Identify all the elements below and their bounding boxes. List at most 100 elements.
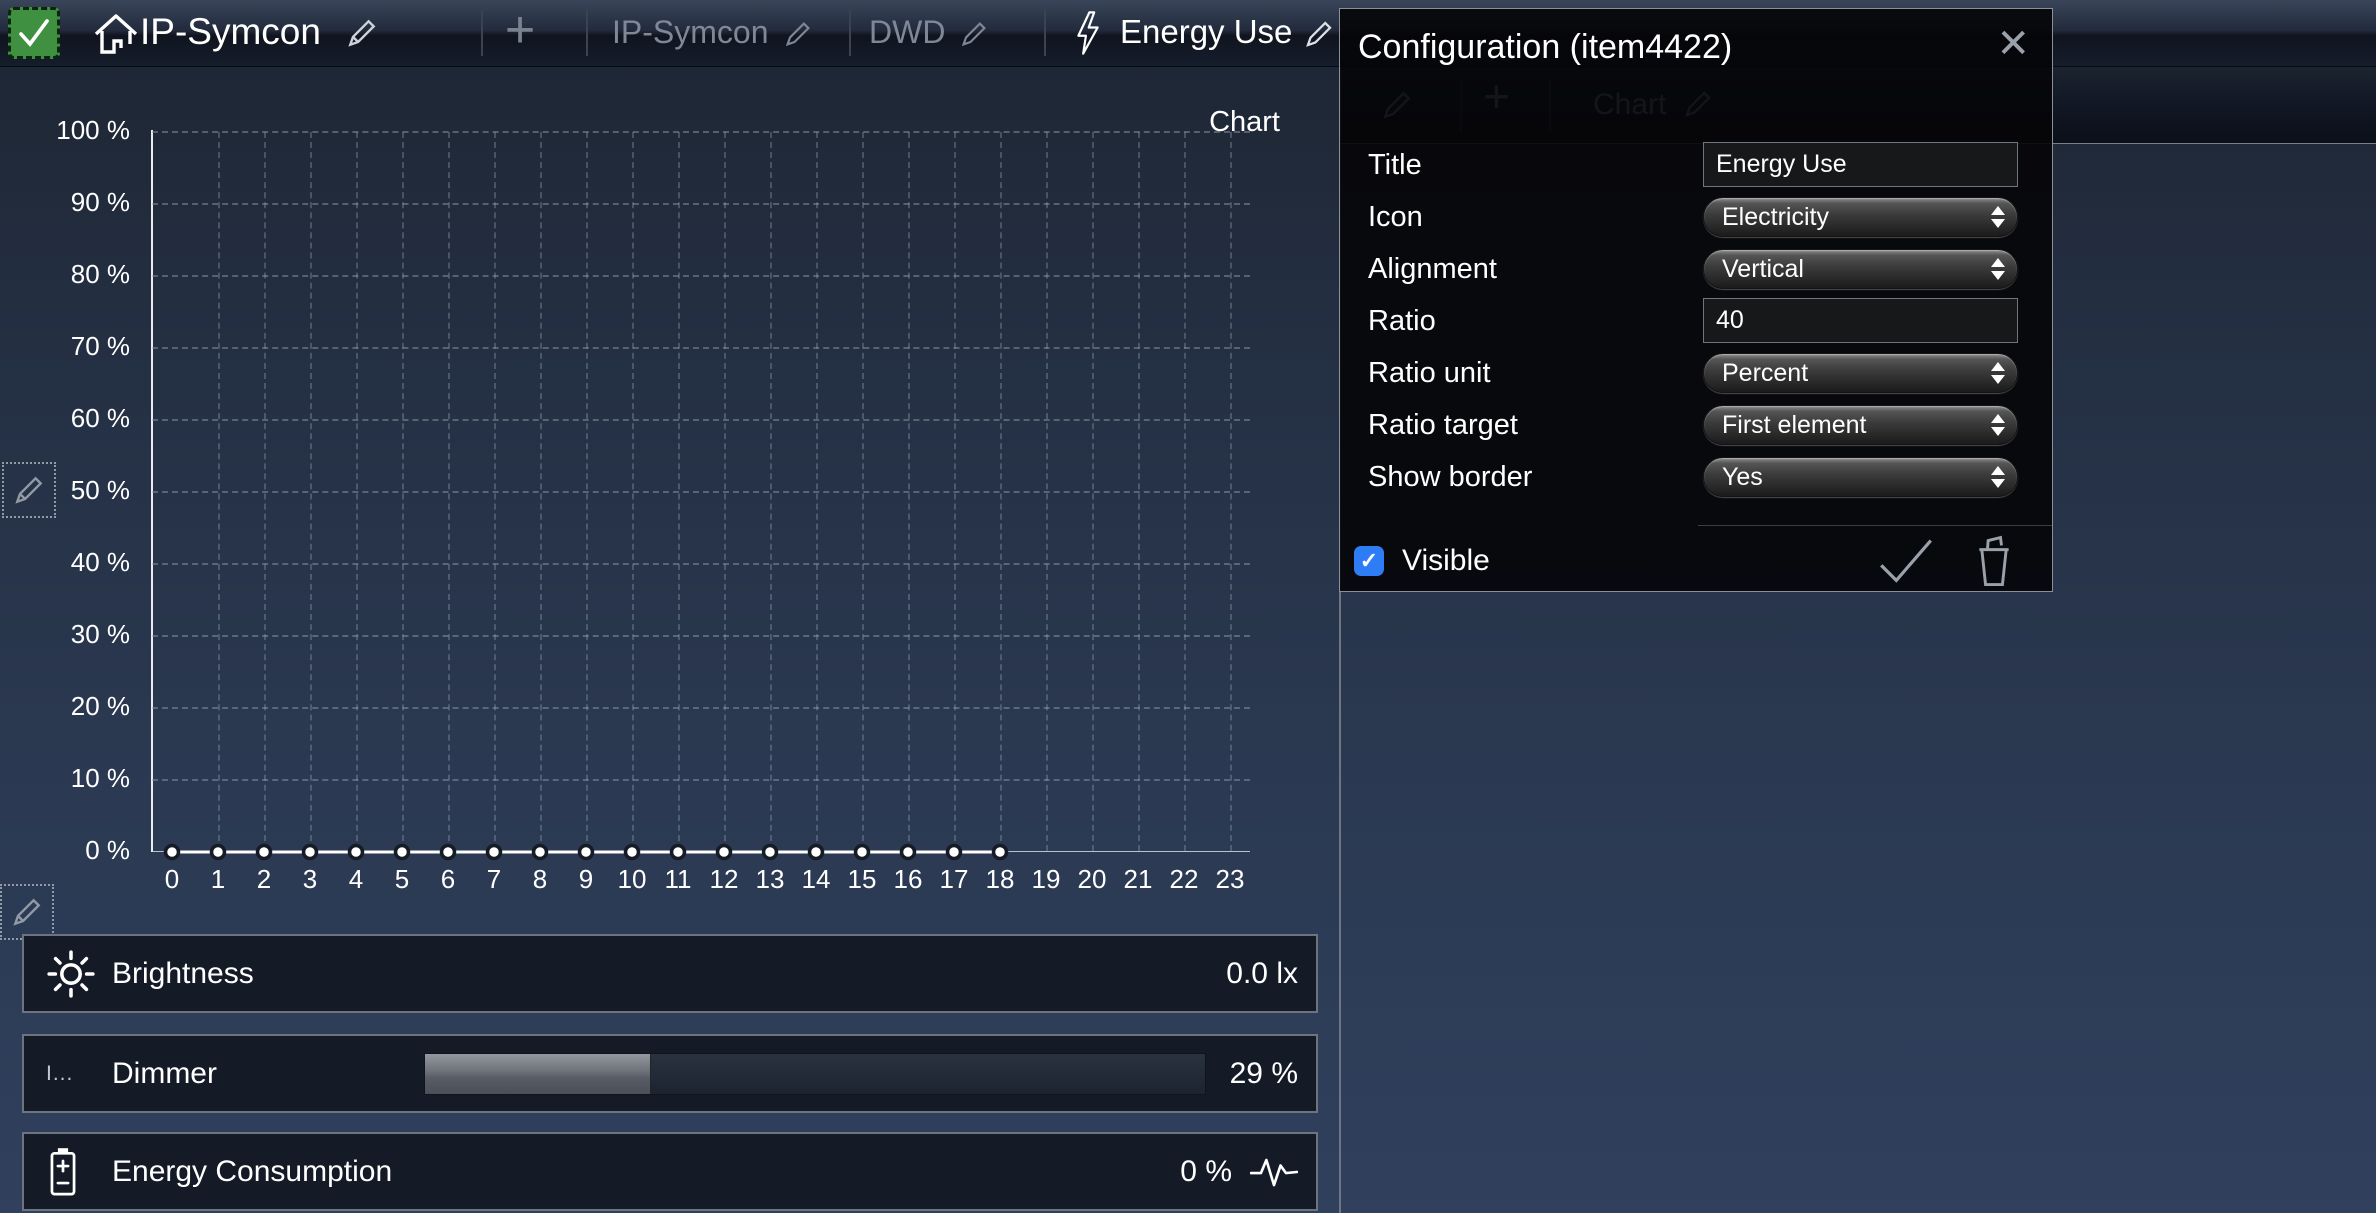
x-axis-tick-label: 12 <box>701 864 747 895</box>
home-icon[interactable] <box>92 12 140 56</box>
page-title: IP-Symcon <box>140 0 321 64</box>
x-axis-tick-label: 22 <box>1161 864 1207 895</box>
ratio-unit-select[interactable]: Percent <box>1703 353 2018 393</box>
spinner-arrows-icon <box>1991 206 2005 228</box>
selected-value: First element <box>1722 411 1866 440</box>
x-axis-tick-label: 20 <box>1069 864 1115 895</box>
field-label: Title <box>1368 141 1422 189</box>
tab-energy-use[interactable]: Energy Use <box>1120 0 1292 64</box>
x-axis-tick-label: 2 <box>241 864 287 895</box>
arrow-up-icon <box>1991 466 2005 475</box>
y-axis-tick-label: 100 % <box>38 115 130 146</box>
pencil-icon[interactable] <box>782 18 814 55</box>
data-point[interactable] <box>258 846 271 859</box>
y-axis-tick-label: 60 % <box>38 403 130 434</box>
arrow-up-icon <box>1991 362 2005 371</box>
data-point[interactable] <box>534 846 547 859</box>
dialog-separator <box>1698 525 2052 526</box>
checkmark-icon <box>16 17 52 49</box>
arrow-down-icon <box>1991 219 2005 228</box>
data-point[interactable] <box>810 846 823 859</box>
field-row-ratio-unit: Ratio unit Percent <box>1340 349 2052 397</box>
data-point[interactable] <box>672 846 685 859</box>
x-axis-tick-label: 19 <box>1023 864 1069 895</box>
x-axis-tick-label: 10 <box>609 864 655 895</box>
visible-label: Visible <box>1402 544 1490 578</box>
data-point[interactable] <box>764 846 777 859</box>
icon-select[interactable]: Electricity <box>1703 197 2018 237</box>
data-point[interactable] <box>350 846 363 859</box>
y-axis-tick-label: 20 % <box>38 691 130 722</box>
data-point[interactable] <box>948 846 961 859</box>
data-point[interactable] <box>304 846 317 859</box>
selected-value: Yes <box>1722 463 1763 492</box>
data-point[interactable] <box>442 846 455 859</box>
x-axis-tick-label: 4 <box>333 864 379 895</box>
dialog-title: Configuration (item4422) <box>1358 9 1732 85</box>
field-label: Ratio <box>1368 297 1436 345</box>
separator <box>849 10 851 56</box>
data-point[interactable] <box>902 846 915 859</box>
x-axis-tick-label: 14 <box>793 864 839 895</box>
confirm-tile-button[interactable] <box>8 7 60 59</box>
ratio-input[interactable] <box>1703 298 2018 343</box>
check-icon[interactable] <box>1878 537 1934 585</box>
show-border-select[interactable]: Yes <box>1703 457 2018 497</box>
title-input[interactable] <box>1703 142 2018 187</box>
field-row-show-border: Show borderYes <box>1340 453 2052 501</box>
lightning-icon <box>1074 11 1102 55</box>
x-axis-tick-label: 1 <box>195 864 241 895</box>
data-point[interactable] <box>718 846 731 859</box>
x-axis-tick-label: 5 <box>379 864 425 895</box>
x-axis-tick-label: 3 <box>287 864 333 895</box>
tab-dwd[interactable]: DWD <box>869 0 945 64</box>
x-axis-tick-label: 16 <box>885 864 931 895</box>
x-axis-tick-label: 21 <box>1115 864 1161 895</box>
arrow-up-icon <box>1991 414 2005 423</box>
x-axis-tick-label: 11 <box>655 864 701 895</box>
alignment-select[interactable]: Vertical <box>1703 249 2018 289</box>
pencil-icon[interactable] <box>958 18 990 55</box>
data-point[interactable] <box>212 846 225 859</box>
tab-ip-symcon[interactable]: IP-Symcon <box>612 0 768 64</box>
close-icon[interactable]: ✕ <box>1996 21 2030 67</box>
add-tab-button[interactable]: + <box>496 0 544 60</box>
arrow-down-icon <box>1991 427 2005 436</box>
y-axis-tick-label: 90 % <box>38 187 130 218</box>
x-axis-tick-label: 13 <box>747 864 793 895</box>
field-row-title: Title <box>1340 141 2052 189</box>
x-axis-tick-label: 0 <box>149 864 195 895</box>
ratio-target-select[interactable]: First element <box>1703 405 2018 445</box>
arrow-down-icon <box>1991 271 2005 280</box>
x-axis-tick-label: 23 <box>1207 864 1253 895</box>
spinner-arrows-icon <box>1991 362 2005 384</box>
data-point[interactable] <box>488 846 501 859</box>
field-label: Ratio unit <box>1368 349 1491 397</box>
x-axis-tick-label: 15 <box>839 864 885 895</box>
arrow-down-icon <box>1991 479 2005 488</box>
y-axis-tick-label: 10 % <box>38 763 130 794</box>
y-axis-tick-label: 80 % <box>38 259 130 290</box>
selected-value: Electricity <box>1722 203 1829 232</box>
y-axis-tick-label: 50 % <box>38 475 130 506</box>
data-point[interactable] <box>626 846 639 859</box>
field-row-ratio-target: Ratio target First element <box>1340 401 2052 449</box>
field-label: Ratio target <box>1368 401 1518 449</box>
visible-checkbox[interactable]: ✓ <box>1354 546 1384 576</box>
data-point[interactable] <box>396 846 409 859</box>
x-axis-tick-label: 17 <box>931 864 977 895</box>
trash-icon[interactable] <box>1972 535 2016 587</box>
data-point[interactable] <box>856 846 869 859</box>
selected-value: Percent <box>1722 359 1808 388</box>
data-point[interactable] <box>580 846 593 859</box>
arrow-down-icon <box>1991 375 2005 384</box>
separator <box>586 10 588 56</box>
arrow-up-icon <box>1991 206 2005 215</box>
x-axis-tick-label: 8 <box>517 864 563 895</box>
chart-series <box>152 126 1250 860</box>
separator <box>1044 10 1046 56</box>
pencil-icon[interactable] <box>1302 17 1336 56</box>
data-point[interactable] <box>166 846 179 859</box>
pencil-icon[interactable] <box>344 15 380 56</box>
data-point[interactable] <box>994 846 1007 859</box>
